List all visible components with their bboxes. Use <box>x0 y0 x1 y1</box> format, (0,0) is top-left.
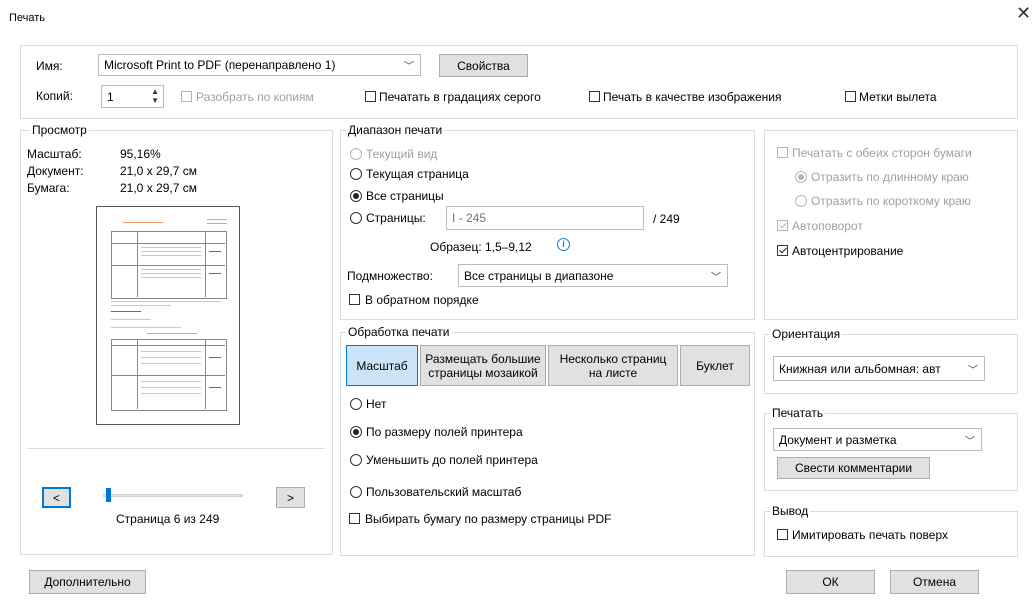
short-edge-radio[interactable] <box>795 195 807 207</box>
tab-poster[interactable]: Размещать большие страницы мозаикой <box>420 345 546 386</box>
page-slider-thumb[interactable] <box>105 488 111 502</box>
bleed-marks-label: Метки вылета <box>859 90 937 104</box>
autocenter-label: Автоцентрирование <box>792 244 904 258</box>
subset-select[interactable]: Все страницы в диапазоне ﹀ <box>458 264 728 287</box>
tab-scale[interactable]: Масштаб <box>346 345 418 386</box>
subset-select-value: Все страницы в диапазоне <box>464 268 614 283</box>
tab-booklet[interactable]: Буклет <box>680 345 750 386</box>
reverse-order-label: В обратном порядке <box>365 293 479 307</box>
preview-legend: Просмотр <box>30 123 89 137</box>
chevron-down-icon: ﹀ <box>711 272 721 283</box>
shrink-margins-radio[interactable] <box>350 454 362 466</box>
current-view-radio[interactable] <box>350 148 362 160</box>
bleed-marks-checkbox[interactable] <box>845 91 856 102</box>
advanced-button[interactable]: Дополнительно <box>29 570 146 594</box>
preview-divider <box>27 448 325 449</box>
pages-radio[interactable] <box>350 212 362 224</box>
ok-button[interactable]: ОК <box>786 570 875 594</box>
print-as-image-label: Печать в качестве изображения <box>603 90 782 104</box>
collate-checkbox[interactable] <box>181 91 192 102</box>
grayscale-label: Печатать в градациях серого <box>379 90 541 104</box>
chevron-down-icon: ﹀ <box>965 436 975 447</box>
page-preview <box>96 206 240 425</box>
orientation-select[interactable]: Книжная или альбомная: авт ﹀ <box>773 356 985 381</box>
printer-select-value: Microsoft Print to PDF (перенаправлено 1… <box>104 58 336 72</box>
long-edge-radio[interactable] <box>795 171 807 183</box>
all-pages-radio[interactable] <box>350 190 362 202</box>
subset-label: Подмножество: <box>347 269 433 283</box>
print-what-select[interactable]: Документ и разметка ﹀ <box>773 428 982 451</box>
properties-button[interactable]: Свойства <box>439 54 528 77</box>
autorotate-label: Автоповорот <box>792 219 863 233</box>
page-status: Страница 6 из 249 <box>116 512 220 526</box>
current-page-label: Текущая страница <box>366 167 469 181</box>
pages-label: Страницы: <box>366 211 426 225</box>
long-edge-label: Отразить по длинному краю <box>811 170 969 184</box>
fit-margins-radio[interactable] <box>350 426 362 438</box>
orientation-legend: Ориентация <box>770 327 843 341</box>
collate-label: Разобрать по копиям <box>196 90 314 104</box>
orientation-select-value: Книжная или альбомная: авт <box>779 361 941 376</box>
print-as-image-checkbox[interactable] <box>589 91 600 102</box>
choose-paper-label: Выбирать бумагу по размеру страницы PDF <box>365 512 612 526</box>
printer-select[interactable]: Microsoft Print to PDF (перенаправлено 1… <box>98 54 421 76</box>
page-slider[interactable] <box>103 494 243 497</box>
paper-size-label: Бумага: <box>27 181 70 195</box>
pages-total: / 249 <box>653 212 680 226</box>
scale-value: 95,16% <box>120 147 161 161</box>
copies-label: Копий: <box>36 89 73 103</box>
printer-name-label: Имя: <box>36 59 63 73</box>
summarize-comments-button[interactable]: Свести комментарии <box>777 457 930 479</box>
close-icon[interactable]: ✕ <box>1016 5 1031 23</box>
both-sides-checkbox[interactable] <box>777 147 788 158</box>
autocenter-checkbox[interactable] <box>777 245 788 256</box>
print-what-select-value: Документ и разметка <box>779 432 897 447</box>
document-size-value: 21,0 x 29,7 см <box>120 164 197 178</box>
simulate-overprint-label: Имитировать печать поверх <box>792 528 948 542</box>
reverse-order-checkbox[interactable] <box>349 294 360 305</box>
custom-scale-radio[interactable] <box>350 486 362 498</box>
fit-margins-label: По размеру полей принтера <box>366 425 523 439</box>
scale-none-label: Нет <box>366 397 387 411</box>
copies-value: 1 <box>107 89 114 104</box>
custom-scale-label: Пользовательский масштаб <box>366 485 522 499</box>
print-what-legend: Печатать <box>770 406 826 420</box>
autorotate-checkbox[interactable] <box>777 220 788 231</box>
tab-multiple-pages[interactable]: Несколько страниц на листе <box>548 345 678 386</box>
previous-page-button[interactable]: < <box>42 487 71 508</box>
paper-size-value: 21,0 x 29,7 см <box>120 181 197 195</box>
simulate-overprint-checkbox[interactable] <box>777 529 788 540</box>
page-handling-legend: Обработка печати <box>346 325 452 339</box>
copies-stepper[interactable]: 1 ▲ ▼ <box>101 85 164 108</box>
both-sides-label: Печатать с обеих сторон бумаги <box>792 146 972 160</box>
all-pages-label: Все страницы <box>366 189 444 203</box>
cancel-button[interactable]: Отмена <box>890 570 979 594</box>
sample-text: Образец: 1,5–9,12 <box>430 240 532 254</box>
short-edge-label: Отразить по короткому краю <box>811 194 971 208</box>
info-icon[interactable]: i <box>557 238 570 251</box>
scale-none-radio[interactable] <box>350 398 362 410</box>
shrink-margins-label: Уменьшить до полей принтера <box>366 453 538 467</box>
pages-range-input[interactable] <box>446 206 644 230</box>
current-view-label: Текущий вид <box>366 147 438 161</box>
window-title: Печать <box>9 12 46 24</box>
next-page-button[interactable]: > <box>276 487 305 508</box>
print-range-legend: Диапазон печати <box>346 123 445 137</box>
chevron-down-icon: ﹀ <box>968 365 978 376</box>
current-page-radio[interactable] <box>350 168 362 180</box>
print-what-group <box>764 413 1018 491</box>
stepper-arrows-icon[interactable]: ▲ ▼ <box>151 87 159 105</box>
scale-label: Масштаб: <box>27 147 82 161</box>
chevron-down-icon: ﹀ <box>404 61 414 73</box>
output-legend: Вывод <box>770 504 811 518</box>
choose-paper-checkbox[interactable] <box>349 513 360 524</box>
document-size-label: Документ: <box>27 164 84 178</box>
grayscale-checkbox[interactable] <box>365 91 376 102</box>
